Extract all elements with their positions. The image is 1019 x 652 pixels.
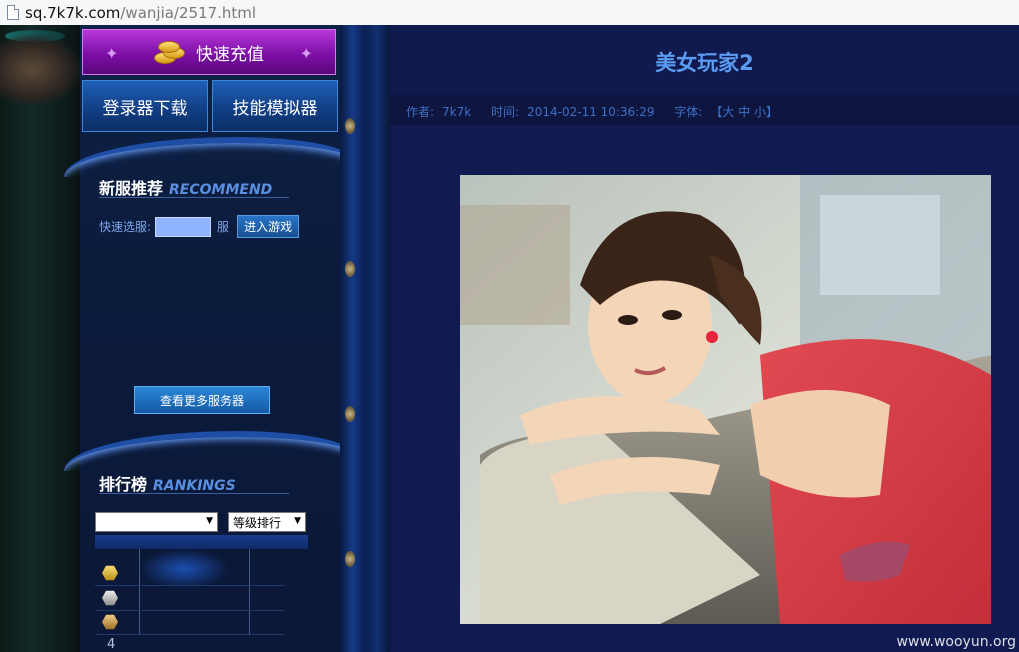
article-panel: 美女玩家2 作者: 7k7k 时间: 2014-02-11 10:36:29 字体:…: [390, 25, 1019, 652]
ornament-icon: ✦: [299, 44, 313, 63]
rankings-heading: 排行榜 RANKINGS: [99, 475, 236, 494]
skill-simulator-button[interactable]: 技能模拟器: [212, 80, 338, 132]
ornament-icon: ✦: [105, 44, 119, 63]
gold-medal-icon: [102, 565, 118, 581]
article-title: 美女玩家2: [655, 51, 754, 75]
rank-number: 4: [107, 637, 116, 652]
enter-game-button[interactable]: 进入游戏: [237, 215, 300, 238]
server-unit-label: 服: [217, 220, 230, 234]
font-size-switch[interactable]: 【大 中 小】: [710, 105, 778, 119]
silver-medal-icon: [102, 590, 118, 606]
recommend-heading: 新服推荐 RECOMMEND: [99, 179, 273, 198]
quick-server-select: 快速选服: 服 进入游戏: [99, 215, 300, 238]
bronze-medal-icon: [102, 614, 118, 630]
rankings-table-header: [95, 535, 308, 549]
decorative-chain: [340, 25, 390, 652]
dropdown-arrow-icon: ▼: [294, 516, 301, 526]
more-servers-button[interactable]: 查看更多服务器: [134, 386, 270, 414]
address-bar[interactable]: sq.7k7k.com/wanjia/2517.html: [0, 0, 1019, 26]
table-row[interactable]: [95, 610, 285, 635]
table-row[interactable]: [95, 586, 285, 611]
dropdown-arrow-icon: ▼: [206, 516, 213, 526]
left-background: [0, 25, 80, 652]
url-text[interactable]: sq.7k7k.com/wanjia/2517.html: [25, 4, 256, 22]
page-icon: [7, 5, 19, 20]
section-divider: [64, 431, 354, 471]
server-number-input[interactable]: [155, 216, 212, 237]
author-name: 7k7k: [442, 105, 472, 119]
quick-select-label: 快速选服:: [99, 220, 152, 234]
launcher-download-button[interactable]: 登录器下载: [82, 80, 208, 132]
quick-recharge-button[interactable]: ✦ 快速充值 ✦: [82, 29, 336, 75]
section-divider: [64, 137, 354, 177]
table-row[interactable]: [95, 561, 285, 586]
gold-coins-icon: [154, 41, 185, 64]
article-meta: 作者: 7k7k 时间: 2014-02-11 10:36:29 字体: 【大 中 小…: [406, 105, 779, 119]
rankings-table: [95, 549, 308, 639]
watermark-text: www.wooyun.org: [896, 634, 1016, 650]
article-photo: [460, 175, 991, 624]
server-select-dropdown[interactable]: ▼: [95, 512, 218, 532]
recharge-label: 快速充值: [196, 44, 264, 65]
sidebar: ✦ 快速充值 ✦ 登录器下载 技能模拟器 新服推荐 RECOMMEND 快速选服…: [64, 25, 354, 652]
publish-time: 2014-02-11 10:36:29: [527, 105, 655, 119]
rank-type-dropdown[interactable]: 等级排行 ▼: [228, 512, 306, 532]
